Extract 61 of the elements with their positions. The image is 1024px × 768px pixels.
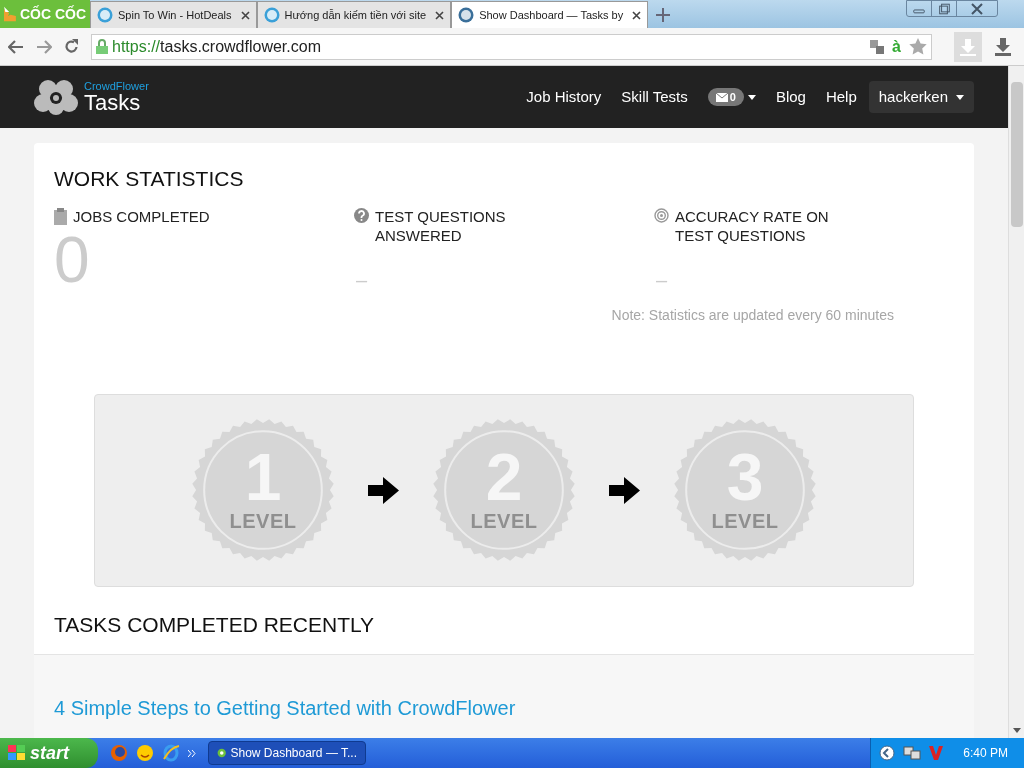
arrow-icon <box>609 476 640 504</box>
arrow-icon <box>368 476 399 504</box>
logo-text: CỐC CỐC <box>19 4 86 24</box>
level-label: LEVEL <box>470 511 538 531</box>
back-icon[interactable] <box>8 39 24 54</box>
tab-favicon-icon <box>458 7 475 23</box>
nav-link[interactable]: Help <box>825 85 857 109</box>
reload-icon[interactable] <box>64 39 79 54</box>
stat-value: – <box>356 267 368 293</box>
message-count: 0 <box>729 89 736 105</box>
flower-logo-icon <box>34 79 80 115</box>
user-menu-button[interactable]: hackerken <box>868 81 974 113</box>
chevron-icon[interactable] <box>188 749 196 757</box>
scrollbar-thumb[interactable] <box>1010 82 1023 227</box>
browser-tab[interactable]: Hướng dẫn kiếm tiền với site <box>256 1 452 28</box>
clipboard-icon <box>54 207 67 225</box>
stat-label: JOBS COMPLETED <box>73 206 211 226</box>
windows-flag-icon <box>8 745 26 761</box>
download-icon[interactable] <box>994 38 1012 56</box>
caret-icon <box>956 94 964 100</box>
note-text: Note: Statistics are updated every 60 minutes <box>611 305 894 325</box>
brand-title: Tasks <box>84 91 141 114</box>
caret-icon <box>747 94 756 100</box>
ie-icon[interactable] <box>162 744 180 762</box>
nav-link[interactable]: Job History <box>526 85 602 109</box>
envelope-icon <box>715 92 728 102</box>
taskbar-button[interactable]: Show Dashboard — T... <box>208 741 366 765</box>
forward-icon[interactable] <box>36 39 52 54</box>
firefox-icon[interactable] <box>110 744 128 762</box>
level-label: LEVEL <box>711 511 779 531</box>
nav-link[interactable]: Blog <box>775 85 806 109</box>
scroll-down-icon[interactable] <box>1012 728 1021 733</box>
url-text: https://tasks.crowdflower.com <box>112 36 321 57</box>
brand-subtitle: CrowdFlower <box>84 80 149 92</box>
level-label: LEVEL <box>229 511 297 531</box>
lock-icon <box>96 39 108 54</box>
clock: 6:40 PM <box>963 745 1008 762</box>
tab-title: Spin To Win - HotDeals <box>118 7 232 23</box>
network-icon[interactable] <box>903 745 922 761</box>
question-icon <box>354 207 369 223</box>
close-icon[interactable] <box>435 10 445 20</box>
stat-label: ACCURACY RATE ON TEST QUESTIONS <box>675 206 830 245</box>
close-icon[interactable] <box>240 10 250 20</box>
tab-favicon-icon <box>263 7 280 23</box>
address-field[interactable]: https://tasks.crowdflower.com à <box>91 33 932 60</box>
browser-tab[interactable]: Show Dashboard — Tasks by <box>451 1 649 28</box>
new-tab-icon[interactable] <box>656 8 671 22</box>
scrollbar[interactable] <box>1008 66 1024 738</box>
tab-title: Hướng dẫn kiếm tiền với site <box>284 7 427 23</box>
nav-link[interactable]: Skill Tests <box>621 85 688 109</box>
stat-label: TEST QUESTIONS ANSWERED <box>375 206 507 245</box>
smiley-icon[interactable] <box>136 744 154 762</box>
tab-favicon-icon <box>97 7 113 23</box>
section-title: WORK STATISTICS <box>54 166 245 192</box>
target-icon <box>654 207 669 223</box>
stat-value: – <box>656 267 668 293</box>
star-icon[interactable] <box>909 38 927 55</box>
tab-title: Show Dashboard — Tasks by <box>479 7 624 23</box>
close-icon[interactable] <box>632 10 642 20</box>
browser-tab[interactable]: Spin To Win - HotDeals <box>90 1 257 28</box>
translate-icon[interactable] <box>870 39 885 54</box>
